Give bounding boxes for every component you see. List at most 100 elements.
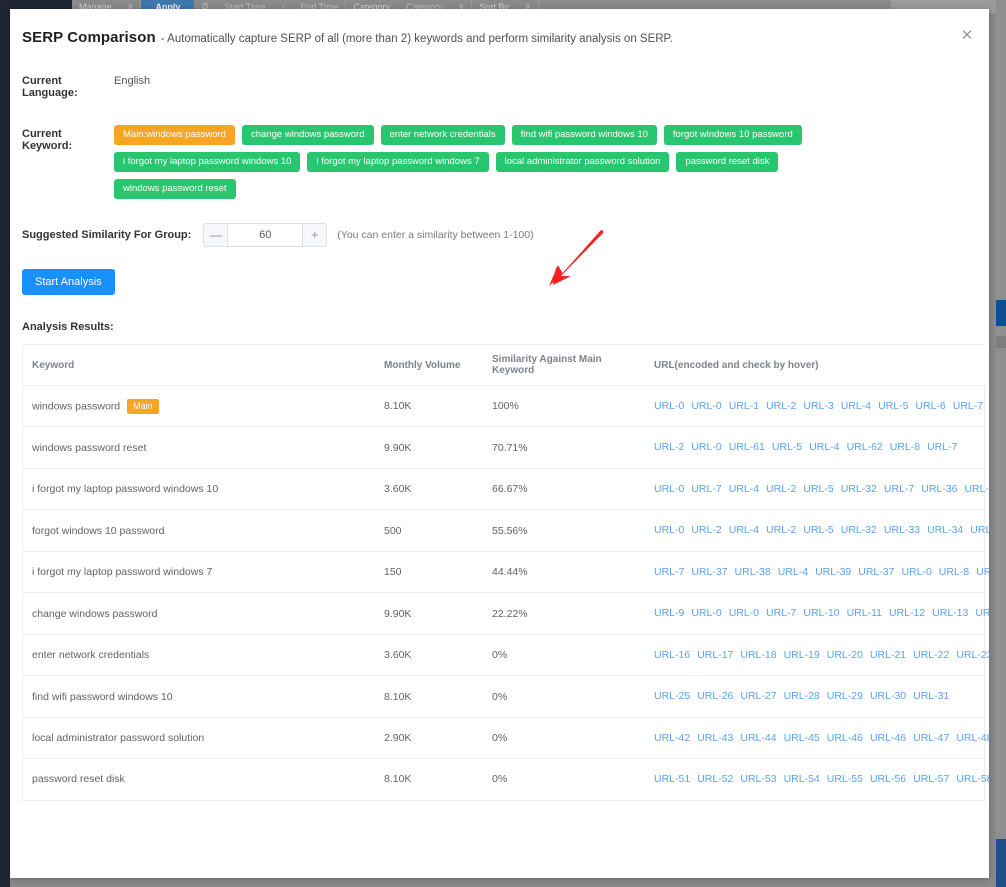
url-link[interactable]: URL-23: [956, 649, 989, 661]
url-link[interactable]: URL-57: [913, 773, 949, 785]
url-link[interactable]: URL-13: [932, 607, 968, 619]
url-link[interactable]: URL-5: [772, 441, 802, 453]
url-link[interactable]: URL-53: [740, 773, 776, 785]
keyword-tag[interactable]: enter network credentials: [380, 125, 505, 145]
url-link[interactable]: URL-46: [870, 732, 906, 744]
url-link[interactable]: URL-26: [697, 690, 733, 702]
url-link[interactable]: URL-0: [654, 400, 684, 412]
url-link[interactable]: URL-22: [913, 649, 949, 661]
url-link[interactable]: URL-16: [654, 649, 690, 661]
url-link[interactable]: URL-2: [766, 483, 796, 495]
url-link[interactable]: URL-6: [915, 400, 945, 412]
url-link[interactable]: URL-20: [827, 649, 863, 661]
url-link[interactable]: URL-10: [803, 607, 839, 619]
url-link[interactable]: URL-31: [913, 690, 949, 702]
url-link[interactable]: URL-2: [691, 524, 721, 536]
url-link[interactable]: URL-4: [729, 524, 759, 536]
column-header-similarity[interactable]: Similarity Against Main Keyword: [483, 345, 645, 386]
url-link[interactable]: URL-32: [841, 524, 877, 536]
url-link[interactable]: URL-7: [654, 566, 684, 578]
url-link[interactable]: URL-0: [654, 483, 684, 495]
url-link[interactable]: URL-42: [654, 732, 690, 744]
similarity-decrement-button[interactable]: —: [204, 224, 229, 246]
url-link[interactable]: URL-7: [691, 483, 721, 495]
url-link[interactable]: URL-14: [975, 607, 989, 619]
keyword-tag[interactable]: windows password reset: [114, 179, 236, 199]
url-link[interactable]: URL-30: [870, 690, 906, 702]
url-link[interactable]: URL-0: [691, 441, 721, 453]
url-link[interactable]: URL-62: [847, 441, 883, 453]
page-scrollbar[interactable]: [996, 0, 1006, 887]
keyword-tag[interactable]: local administrator password solution: [495, 152, 670, 172]
url-link[interactable]: URL-21: [870, 649, 906, 661]
url-link[interactable]: URL-8: [890, 441, 920, 453]
url-link[interactable]: URL-34: [927, 524, 963, 536]
url-link[interactable]: URL-43: [697, 732, 733, 744]
url-link[interactable]: URL-0: [691, 400, 721, 412]
url-link[interactable]: URL-32: [841, 483, 877, 495]
url-link[interactable]: URL-37: [691, 566, 727, 578]
url-link[interactable]: URL-18: [740, 649, 776, 661]
url-link[interactable]: URL-36: [921, 483, 957, 495]
url-link[interactable]: URL-8: [939, 566, 969, 578]
url-link[interactable]: URL-0: [729, 607, 759, 619]
similarity-stepper[interactable]: — +: [203, 223, 328, 247]
url-link[interactable]: URL-2: [766, 524, 796, 536]
column-header-keyword[interactable]: Keyword: [23, 345, 375, 386]
url-link[interactable]: URL-54: [784, 773, 820, 785]
keyword-tag[interactable]: Main:windows password: [114, 125, 235, 145]
url-link[interactable]: URL-56: [870, 773, 906, 785]
url-link[interactable]: URL-40: [976, 566, 989, 578]
url-link[interactable]: URL-38: [735, 566, 771, 578]
url-link[interactable]: URL-2: [654, 441, 684, 453]
url-link[interactable]: URL-5: [803, 483, 833, 495]
url-link[interactable]: URL-61: [729, 441, 765, 453]
scrollbar-thumb[interactable]: [996, 300, 1006, 326]
url-link[interactable]: URL-7: [953, 400, 983, 412]
url-link[interactable]: URL-25: [654, 690, 690, 702]
url-link[interactable]: URL-28: [784, 690, 820, 702]
url-link[interactable]: URL-33: [884, 524, 920, 536]
url-link[interactable]: URL-52: [697, 773, 733, 785]
keyword-tag[interactable]: i forgot my laptop password windows 7: [307, 152, 489, 172]
url-link[interactable]: URL-47: [913, 732, 949, 744]
url-link[interactable]: URL-55: [827, 773, 863, 785]
keyword-tag[interactable]: forgot windows 10 password: [663, 125, 802, 145]
close-icon[interactable]: ✕: [959, 28, 975, 44]
keyword-tag[interactable]: i forgot my laptop password windows 10: [114, 152, 301, 172]
url-link[interactable]: URL-9: [654, 607, 684, 619]
url-link[interactable]: URL-11: [847, 607, 882, 619]
url-link[interactable]: URL-0: [654, 524, 684, 536]
url-link[interactable]: URL-8: [964, 483, 989, 495]
url-link[interactable]: URL-1: [729, 400, 759, 412]
url-link[interactable]: URL-4: [729, 483, 759, 495]
url-link[interactable]: URL-7: [927, 441, 957, 453]
url-link[interactable]: URL-4: [778, 566, 808, 578]
url-link[interactable]: URL-17: [697, 649, 733, 661]
url-link[interactable]: URL-5: [878, 400, 908, 412]
url-link[interactable]: URL-3: [803, 400, 833, 412]
url-link[interactable]: URL-45: [784, 732, 820, 744]
url-link[interactable]: URL-51: [654, 773, 690, 785]
similarity-increment-button[interactable]: +: [302, 224, 327, 246]
column-header-volume[interactable]: Monthly Volume: [375, 345, 483, 386]
url-link[interactable]: URL-2: [766, 400, 796, 412]
url-link[interactable]: URL-4: [841, 400, 871, 412]
url-link[interactable]: URL-27: [740, 690, 776, 702]
url-link[interactable]: URL-35: [970, 524, 989, 536]
url-link[interactable]: URL-58: [956, 773, 989, 785]
url-link[interactable]: URL-29: [827, 690, 863, 702]
keyword-tag[interactable]: password reset disk: [676, 152, 779, 172]
url-link[interactable]: URL-37: [858, 566, 894, 578]
url-link[interactable]: URL-19: [784, 649, 820, 661]
column-header-url[interactable]: URL(encoded and check by hover): [645, 345, 986, 386]
url-link[interactable]: URL-46: [827, 732, 863, 744]
url-link[interactable]: URL-48: [956, 732, 989, 744]
url-link[interactable]: URL-12: [889, 607, 925, 619]
url-link[interactable]: URL-44: [740, 732, 776, 744]
url-link[interactable]: URL-4: [809, 441, 839, 453]
url-link[interactable]: URL-7: [884, 483, 914, 495]
url-link[interactable]: URL-5: [803, 524, 833, 536]
url-link[interactable]: URL-39: [815, 566, 851, 578]
url-link[interactable]: URL-7: [766, 607, 796, 619]
